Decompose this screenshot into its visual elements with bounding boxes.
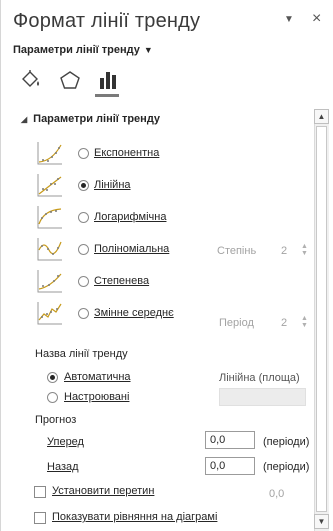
forecast-backward-input[interactable]: 0,0 <box>205 457 255 475</box>
forecast-backward-label: Назад <box>47 461 79 473</box>
trendline-name-heading: Назва лінії тренду <box>35 348 128 360</box>
pentagon-icon[interactable] <box>59 70 81 90</box>
paint-bucket-icon[interactable] <box>19 70 41 90</box>
trend-type-logarithmic[interactable]: Логарифмічна <box>1 204 313 236</box>
logarithmic-trend-icon <box>36 204 64 230</box>
moving-average-trend-icon <box>36 300 64 326</box>
scroll-down-icon[interactable]: ▼ <box>314 514 329 529</box>
bar-chart-icon[interactable] <box>98 70 120 90</box>
chevron-down-icon: ▼ <box>143 45 153 55</box>
power-label: Степенева <box>94 275 150 287</box>
exponential-radio[interactable] <box>78 148 89 159</box>
set-intercept-checkbox[interactable] <box>34 486 46 498</box>
show-equation-label: Показувати рівняння на діаграмі <box>52 511 218 523</box>
power-radio[interactable] <box>78 276 89 287</box>
close-icon[interactable]: × <box>312 10 321 28</box>
custom-name-input[interactable] <box>219 388 306 406</box>
linear-label: Лінійна <box>94 179 131 191</box>
polynomial-label: Поліноміальна <box>94 243 170 255</box>
polynomial-radio[interactable] <box>78 244 89 255</box>
forecast-heading: Прогноз <box>35 414 77 426</box>
trendline-options-section-header[interactable]: ◢ Параметри лінії тренду <box>21 113 160 125</box>
selected-category-indicator <box>95 94 119 97</box>
logarithmic-label: Логарифмічна <box>94 211 167 223</box>
forecast-backward-unit: (періоди) <box>263 461 310 473</box>
exponential-label: Експонентна <box>94 147 160 159</box>
intercept-value[interactable]: 0,0 <box>269 488 284 500</box>
moving-average-period-value[interactable]: 2 <box>281 317 287 329</box>
forecast-forward-input[interactable]: 0,0 <box>205 431 255 449</box>
moving-average-radio[interactable] <box>78 308 89 319</box>
custom-name-radio[interactable] <box>47 392 58 403</box>
trend-type-exponential[interactable]: Експонентна <box>1 140 313 172</box>
show-equation-checkbox[interactable] <box>34 512 46 524</box>
format-trendline-pane: Формат лінії тренду ▼ × Параметри лінії … <box>0 0 333 531</box>
pane-title: Формат лінії тренду <box>13 10 201 32</box>
logarithmic-radio[interactable] <box>78 212 89 223</box>
collapse-triangle-icon: ◢ <box>21 115 28 124</box>
scrollbar-thumb[interactable] <box>316 126 327 512</box>
linear-radio[interactable] <box>78 180 89 191</box>
automatic-name-label: Автоматична <box>64 371 131 383</box>
exponential-trend-icon <box>36 140 64 166</box>
polynomial-order-value[interactable]: 2 <box>281 245 287 257</box>
automatic-name-radio[interactable] <box>47 372 58 383</box>
forecast-forward-unit: (періоди) <box>263 436 310 448</box>
linear-trend-icon <box>36 172 64 198</box>
section-title: Параметри лінії тренду <box>33 113 161 125</box>
polynomial-trend-icon <box>36 236 64 262</box>
automatic-name-value: Лінійна (площа) <box>219 372 300 384</box>
set-intercept-label: Установити перетин <box>52 485 155 497</box>
trendline-options-dropdown[interactable]: Параметри лінії тренду ▼ <box>13 44 153 56</box>
polynomial-order-label: Степінь <box>217 245 257 257</box>
options-dropdown-label: Параметри лінії тренду <box>13 44 140 56</box>
moving-average-period-label: Період <box>219 317 254 329</box>
moving-average-period-spinner-icon[interactable]: ▲ ▼ <box>301 315 308 329</box>
custom-name-label: Настроювані <box>64 391 130 403</box>
trend-type-moving-average[interactable]: Змінне середнє <box>1 300 313 332</box>
moving-average-label: Змінне середнє <box>94 307 174 319</box>
trend-type-linear[interactable]: Лінійна <box>1 172 313 204</box>
scroll-up-icon[interactable]: ▲ <box>314 109 329 124</box>
pane-options-chevron-icon[interactable]: ▼ <box>284 14 294 25</box>
trend-type-polynomial[interactable]: Поліноміальна <box>1 236 313 268</box>
polynomial-order-spinner-icon[interactable]: ▲ ▼ <box>301 243 308 257</box>
trend-type-power[interactable]: Степенева <box>1 268 313 300</box>
forecast-forward-label: Уперед <box>47 436 84 448</box>
power-trend-icon <box>36 268 64 294</box>
